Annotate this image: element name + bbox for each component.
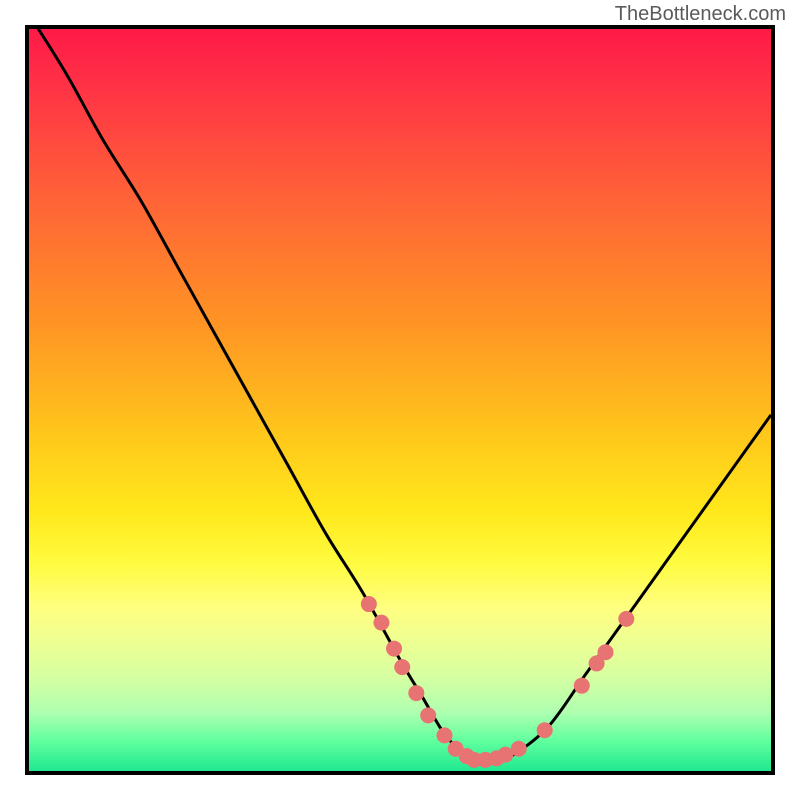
data-points-group: [361, 596, 634, 768]
data-point: [511, 741, 527, 757]
data-point: [618, 611, 634, 627]
data-point: [537, 722, 553, 738]
data-point: [420, 707, 436, 723]
data-point: [437, 727, 453, 743]
data-point: [386, 641, 402, 657]
data-point: [408, 685, 424, 701]
data-point: [574, 678, 590, 694]
chart-svg: [29, 29, 771, 771]
watermark-text: TheBottleneck.com: [615, 3, 786, 26]
data-point: [361, 596, 377, 612]
plot-area: [25, 25, 775, 775]
data-point: [598, 644, 614, 660]
data-point: [373, 615, 389, 631]
chart-container: TheBottleneck.com: [0, 0, 800, 800]
data-point: [394, 659, 410, 675]
